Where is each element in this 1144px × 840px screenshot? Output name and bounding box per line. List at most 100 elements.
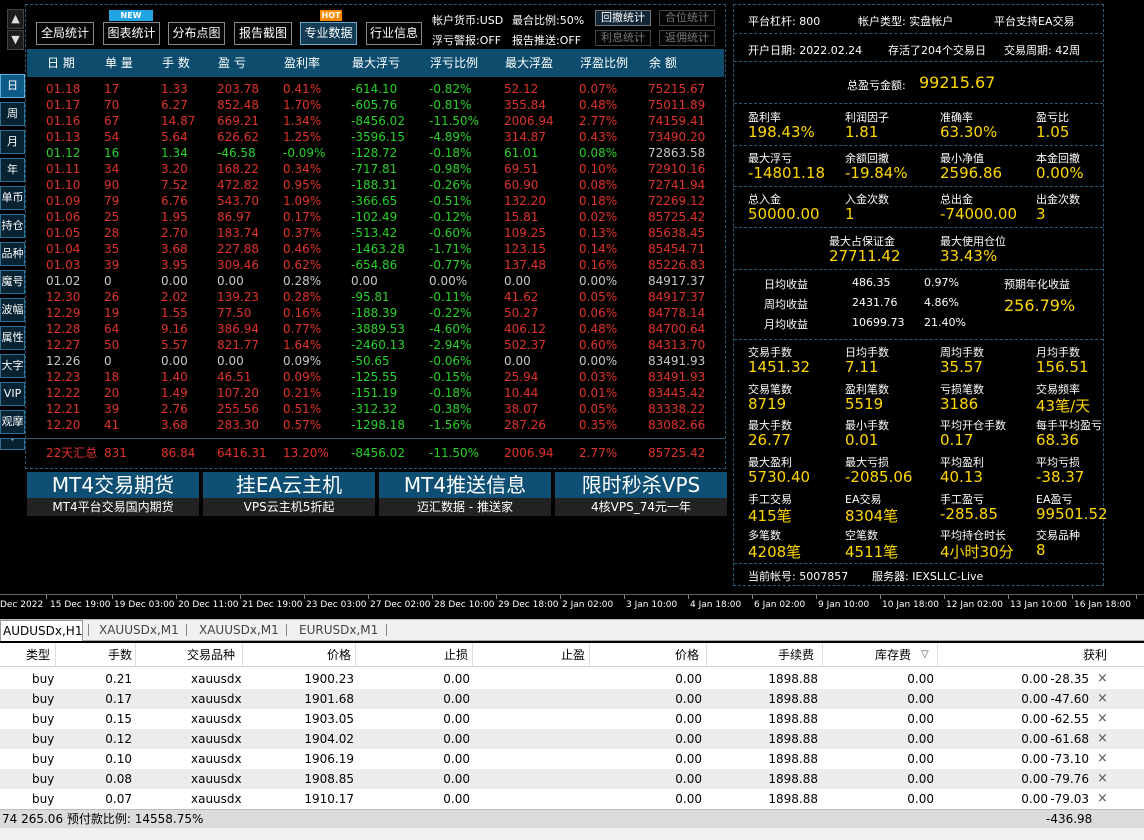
- cell-balance: 84700.64: [648, 322, 706, 336]
- cell-pl: 227.88: [217, 242, 259, 256]
- sidebar-item-9[interactable]: 属性: [0, 326, 25, 350]
- cell-float_loss_ratio: -0.98%: [429, 162, 472, 176]
- order-header-6[interactable]: 价格: [675, 643, 699, 667]
- axis-tick-label: 4 Jan 18:00: [690, 600, 742, 610]
- order-row[interactable]: buy 0.12 xauusdx 1904.02 0.00 0.00 1898.88 0.00…: [0, 729, 1144, 749]
- chart-tab-3[interactable]: EURUSDx,M1: [287, 620, 378, 640]
- axis-tick-label: 21 Dec 19:00: [242, 600, 303, 610]
- order-header-5[interactable]: 止盈: [561, 643, 585, 667]
- column-separator: [589, 643, 590, 667]
- sidebar-item-6[interactable]: 品种: [0, 242, 25, 266]
- chart-area[interactable]: ▲ ▼ 日周月年单币 持仓 品种 魔号 波幅 属性 大字 VIP 观摩 ˅ 帐户货币:USD 最合…: [0, 0, 1144, 615]
- cell-float_loss_ratio: -0.15%: [429, 370, 472, 384]
- summary-max_float_profit: 2006.94: [504, 446, 554, 460]
- ad-banner-1[interactable]: 挂EA云主机 VPS云主机5折起: [203, 472, 375, 518]
- close-order-icon[interactable]: ×: [1097, 689, 1108, 709]
- sort-icon[interactable]: ▽: [921, 643, 929, 667]
- close-order-icon[interactable]: ×: [1097, 749, 1108, 769]
- cell-max_float_profit: 52.12: [504, 82, 539, 96]
- drawdown-stats-button[interactable]: 回撤统计: [595, 10, 651, 26]
- industry-info-button[interactable]: 行业信息: [366, 22, 422, 45]
- order-swap: 0.00: [1021, 712, 1048, 726]
- cell-float_loss_ratio: -0.18%: [429, 146, 472, 160]
- cell-date: 01.18: [46, 82, 81, 96]
- axis-tick-mark: [752, 595, 753, 599]
- cell-max_float_profit: 50.27: [504, 306, 539, 320]
- order-row[interactable]: buy 0.17 xauusdx 1901.68 0.00 0.00 1898.88 0.00…: [0, 689, 1144, 709]
- cell-float_profit_ratio: 0.08%: [579, 178, 618, 192]
- cell-balance: 85226.83: [648, 258, 706, 272]
- sidebar-item-7[interactable]: 魔号: [0, 270, 25, 294]
- order-header-7[interactable]: 手续费: [778, 643, 814, 667]
- interest-stats-button[interactable]: 利息统计: [595, 30, 651, 46]
- cell-rate: 0.46%: [283, 242, 322, 256]
- order-header-8[interactable]: 库存费: [875, 643, 911, 667]
- order-header-0[interactable]: 类型: [26, 643, 50, 667]
- order-header-2[interactable]: 交易品种: [187, 643, 235, 667]
- chart-tab-0[interactable]: AUDUSDx,H1: [0, 620, 84, 641]
- order-header-1[interactable]: 手数: [108, 643, 132, 667]
- max-ratio: 最合比例:50%: [512, 14, 585, 27]
- position-stats-button[interactable]: 合位统计: [659, 10, 715, 26]
- order-cur: 1898.88: [768, 672, 818, 686]
- close-order-icon[interactable]: ×: [1097, 789, 1108, 809]
- axis-tick-mark: [624, 595, 625, 599]
- order-row[interactable]: buy 0.21 xauusdx 1900.23 0.00 0.00 1898.88 0.00…: [0, 669, 1144, 689]
- close-order-icon[interactable]: ×: [1097, 669, 1108, 689]
- order-header-4[interactable]: 止损: [444, 643, 468, 667]
- cell-date: 01.16: [46, 114, 81, 128]
- col-header-7: 最大浮盈: [505, 56, 554, 70]
- ad-banner-2[interactable]: MT4推送信息 迈汇数据 - 推送家: [379, 472, 551, 518]
- report-screenshot-button[interactable]: 报告截图: [234, 22, 292, 45]
- sidebar-item-11[interactable]: VIP: [0, 382, 25, 406]
- order-row[interactable]: buy 0.10 xauusdx 1906.19 0.00 0.00 1898.88 0.00…: [0, 749, 1144, 769]
- cell-float_profit_ratio: 0.08%: [579, 146, 618, 160]
- sidebar-item-0[interactable]: 日: [0, 74, 25, 98]
- order-row[interactable]: buy 0.15 xauusdx 1903.05 0.00 0.00 1898.88 0.00…: [0, 709, 1144, 729]
- chart-tab-1[interactable]: XAUUSDx,M1: [87, 620, 179, 640]
- sidebar-item-5[interactable]: 持仓: [0, 214, 25, 238]
- sidebar-item-12[interactable]: 观摩: [0, 410, 25, 434]
- chart-tab-2[interactable]: XAUUSDx,M1: [187, 620, 279, 640]
- cell-balance: 85725.42: [648, 210, 706, 224]
- scroll-down-button[interactable]: ▼: [7, 30, 24, 50]
- hot-badge: HOT: [320, 10, 342, 21]
- close-order-icon[interactable]: ×: [1097, 729, 1108, 749]
- order-header-9[interactable]: 获利: [1083, 643, 1107, 667]
- cell-max_float_loss: -125.55: [351, 370, 398, 384]
- chart-stats-button[interactable]: 图表统计: [103, 22, 160, 45]
- sidebar-item-3[interactable]: 年: [0, 158, 25, 182]
- col-header-2: 手 数: [162, 56, 190, 70]
- g3-value-3: 3: [1036, 205, 1046, 223]
- distribution-button[interactable]: 分布点图: [168, 22, 225, 45]
- cell-rate: 0.57%: [283, 418, 322, 432]
- cell-pl: 77.50: [217, 306, 252, 320]
- order-row[interactable]: buy 0.08 xauusdx 1908.85 0.00 0.00 1898.88 0.00…: [0, 769, 1144, 789]
- ad-banner-0[interactable]: MT4交易期货 MT4平台交易国内期货: [27, 472, 199, 518]
- order-symbol: xauusdx: [191, 772, 242, 786]
- ea-support: 平台支持EA交易: [994, 15, 1075, 28]
- scroll-up-button[interactable]: ▲: [7, 9, 24, 29]
- cell-balance: 83491.93: [648, 354, 706, 368]
- order-header-3[interactable]: 价格: [327, 643, 351, 667]
- cell-rate: 1.64%: [283, 338, 322, 352]
- cell-rate: 1.34%: [283, 114, 322, 128]
- ad-banner-3[interactable]: 限时秒杀VPS 4核VPS_74元一年: [555, 472, 727, 518]
- global-stats-button[interactable]: 全局统计: [36, 22, 94, 45]
- sidebar-item-13[interactable]: ˅: [0, 438, 25, 450]
- cell-float_loss_ratio: -0.60%: [429, 226, 472, 240]
- close-order-icon[interactable]: ×: [1097, 709, 1108, 729]
- rebate-stats-button[interactable]: 返佣统计: [659, 30, 715, 46]
- axis-tick-label: 20 Dec 11:00: [178, 600, 239, 610]
- col-header-5: 最大浮亏: [352, 56, 401, 70]
- sidebar-item-2[interactable]: 月: [0, 130, 25, 154]
- sidebar-item-8[interactable]: 波幅: [0, 298, 25, 322]
- pro-data-button[interactable]: 专业数据: [300, 22, 357, 45]
- close-order-icon[interactable]: ×: [1097, 769, 1108, 789]
- sidebar-item-4[interactable]: 单币: [0, 186, 25, 210]
- cell-rate: 0.09%: [283, 370, 322, 384]
- order-row[interactable]: buy 0.07 xauusdx 1910.17 0.00 0.00 1898.88 0.00…: [0, 789, 1144, 809]
- sidebar-item-1[interactable]: 周: [0, 102, 25, 126]
- sidebar-item-10[interactable]: 大字: [0, 354, 25, 378]
- annual-label: 预期年化收益: [1004, 278, 1070, 291]
